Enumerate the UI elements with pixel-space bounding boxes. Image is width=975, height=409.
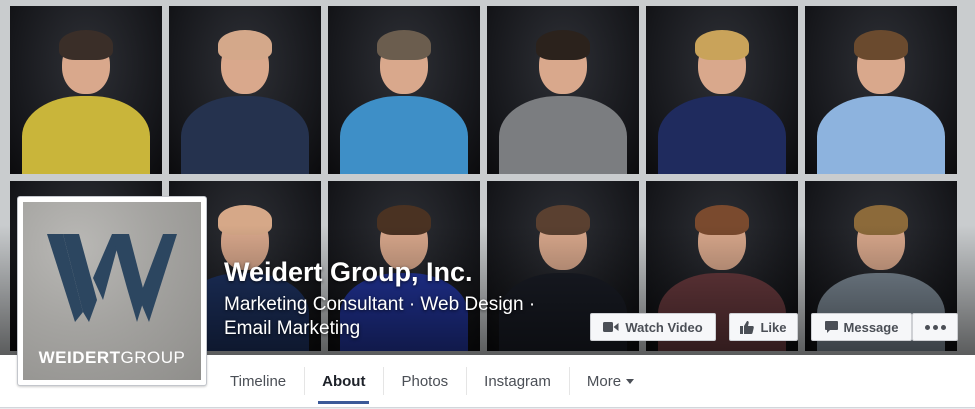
- message-button[interactable]: Message: [811, 313, 912, 341]
- like-label: Like: [760, 319, 787, 335]
- tab-label: Photos: [401, 372, 449, 390]
- caret-down-icon: [626, 378, 635, 384]
- like-button[interactable]: Like: [729, 313, 798, 341]
- wordmark-bold: WEIDERT: [38, 348, 121, 367]
- tab-label: More: [586, 372, 622, 390]
- w-logo-icon: [47, 234, 177, 322]
- tab-instagram[interactable]: Instagram: [466, 355, 569, 407]
- profile-picture-image: WEIDERTGROUP: [23, 202, 201, 380]
- page-tabs: Timeline About Photos Instagram More: [212, 355, 652, 407]
- weidert-group-wordmark: WEIDERTGROUP: [23, 348, 201, 368]
- cover-portrait: [805, 6, 957, 174]
- cover-portrait: [328, 6, 480, 174]
- tab-photos[interactable]: Photos: [383, 355, 466, 407]
- tab-about[interactable]: About: [304, 355, 383, 407]
- message-label: Message: [843, 319, 899, 335]
- profile-picture[interactable]: WEIDERTGROUP: [17, 196, 207, 386]
- cover-portrait: [646, 6, 798, 174]
- tab-more[interactable]: More: [568, 355, 652, 407]
- page-category-line-1[interactable]: Marketing Consultant · Web Design ·: [224, 293, 584, 317]
- more-options-button[interactable]: [912, 313, 958, 341]
- video-camera-icon: [603, 322, 619, 332]
- page-name[interactable]: Weidert Group, Inc.: [224, 257, 473, 288]
- tab-timeline[interactable]: Timeline: [212, 355, 304, 407]
- tab-label: Instagram: [484, 372, 551, 390]
- page-category-line-2[interactable]: Email Marketing: [224, 317, 584, 341]
- cover-portrait: [487, 6, 639, 174]
- chat-bubble-icon: [824, 321, 838, 333]
- tab-label: About: [322, 372, 366, 390]
- wordmark-light: GROUP: [120, 348, 186, 367]
- watch-video-button[interactable]: Watch Video: [590, 313, 716, 341]
- watch-video-label: Watch Video: [625, 319, 703, 335]
- page-categories: Marketing Consultant · Web Design · Emai…: [224, 293, 584, 341]
- more-dots-icon: [924, 324, 946, 330]
- tab-label: Timeline: [230, 372, 287, 390]
- cover-portrait: [10, 6, 162, 174]
- cover-portrait: [169, 6, 321, 174]
- thumbs-up-icon: [740, 320, 755, 334]
